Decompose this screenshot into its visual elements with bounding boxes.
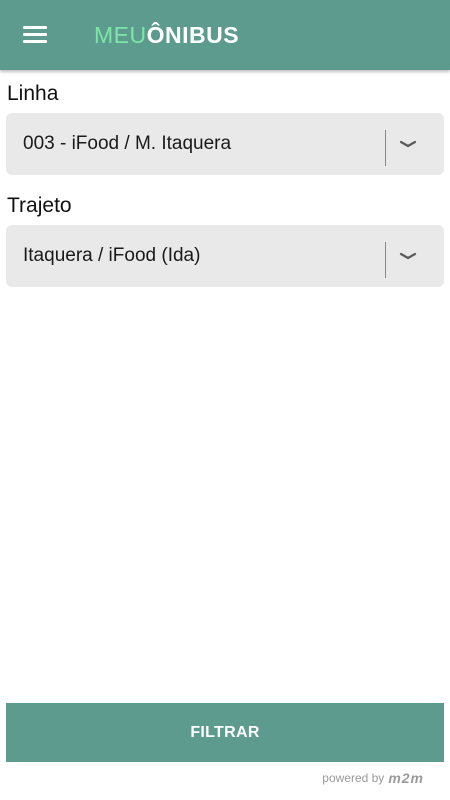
linha-selected-value: 003 - iFood / M. Itaquera — [23, 133, 232, 154]
logo-onibus-text: ÔNIBUS — [146, 22, 240, 48]
trajeto-select[interactable]: Itaquera / iFood (Ida) — [6, 225, 444, 287]
menu-line — [23, 40, 47, 43]
filter-button[interactable]: FILTRAR — [6, 703, 444, 762]
menu-line — [23, 26, 47, 29]
linha-select[interactable]: 003 - iFood / M. Itaquera — [6, 113, 444, 175]
app-logo: MEUÔNIBUS — [94, 20, 239, 50]
chevron-down-icon — [399, 140, 417, 148]
linha-label: Linha — [7, 82, 59, 105]
hamburger-menu-icon[interactable] — [20, 22, 50, 48]
select-divider — [385, 242, 386, 278]
app-screen: MEUÔNIBUS Linha 003 - iFood / M. Itaquer… — [0, 0, 450, 800]
trajeto-label: Trajeto — [7, 194, 72, 217]
m2m-logo: m2m — [388, 770, 424, 786]
select-divider — [385, 130, 386, 166]
trajeto-selected-value: Itaquera / iFood (Ida) — [23, 245, 201, 266]
chevron-down-icon — [399, 252, 417, 260]
logo-meu-text: MEU — [94, 22, 147, 48]
app-header: MEUÔNIBUS — [0, 0, 450, 70]
powered-by-footer: powered by m2m — [322, 769, 424, 787]
menu-line — [23, 33, 47, 36]
powered-by-text: powered by — [322, 771, 385, 785]
